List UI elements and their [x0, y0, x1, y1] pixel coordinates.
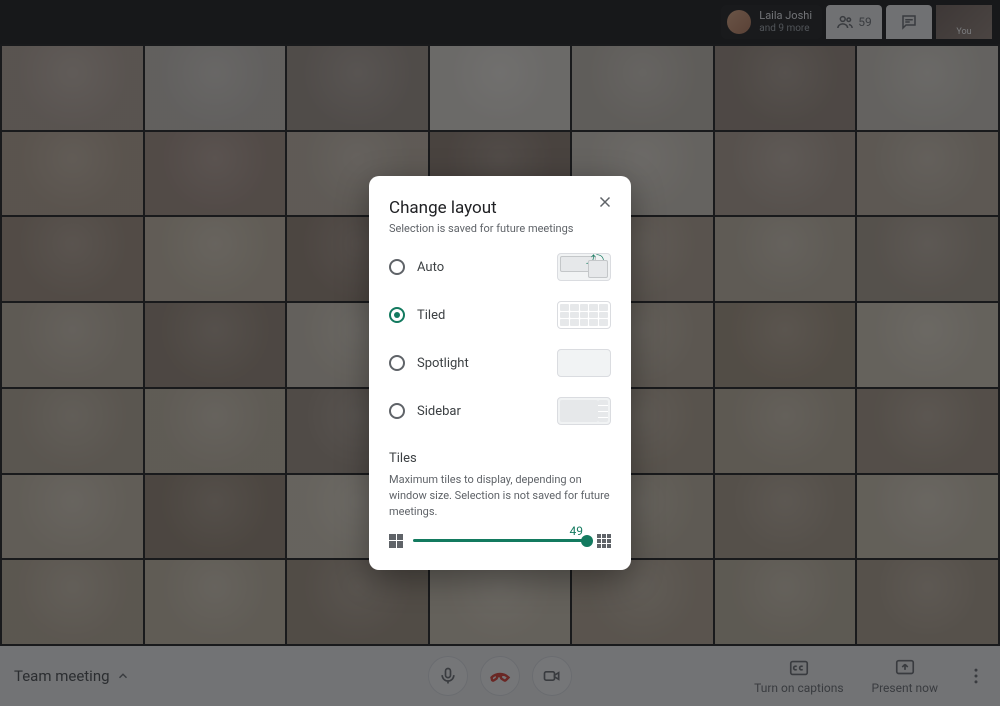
- dialog-subtitle: Selection is saved for future meetings: [389, 222, 611, 235]
- radio-auto: [389, 259, 405, 275]
- layout-thumb-spotlight: [557, 349, 611, 377]
- layout-thumb-auto: ⤴⤵: [557, 253, 611, 281]
- option-label: Spotlight: [417, 356, 469, 371]
- option-label: Sidebar: [417, 404, 461, 419]
- layout-thumb-sidebar: [557, 397, 611, 425]
- tiles-slider[interactable]: [413, 539, 587, 542]
- grid-small-icon: [389, 534, 403, 548]
- tiles-description: Maximum tiles to display, depending on w…: [389, 472, 611, 520]
- grid-large-icon: [597, 534, 611, 548]
- close-button[interactable]: [593, 190, 617, 214]
- layout-thumb-tiled: [557, 301, 611, 329]
- dialog-title: Change layout: [389, 198, 611, 218]
- slider-value: 49: [570, 524, 584, 538]
- change-layout-dialog: Change layout Selection is saved for fut…: [369, 176, 631, 570]
- radio-spotlight: [389, 355, 405, 371]
- tiles-heading: Tiles: [389, 451, 611, 466]
- option-label: Auto: [417, 260, 444, 275]
- option-label: Tiled: [417, 308, 445, 323]
- radio-sidebar: [389, 403, 405, 419]
- layout-option-sidebar[interactable]: Sidebar: [389, 397, 611, 425]
- close-icon: [596, 193, 614, 211]
- layout-option-auto[interactable]: Auto ⤴⤵: [389, 253, 611, 281]
- radio-tiled: [389, 307, 405, 323]
- layout-option-spotlight[interactable]: Spotlight: [389, 349, 611, 377]
- layout-option-tiled[interactable]: Tiled: [389, 301, 611, 329]
